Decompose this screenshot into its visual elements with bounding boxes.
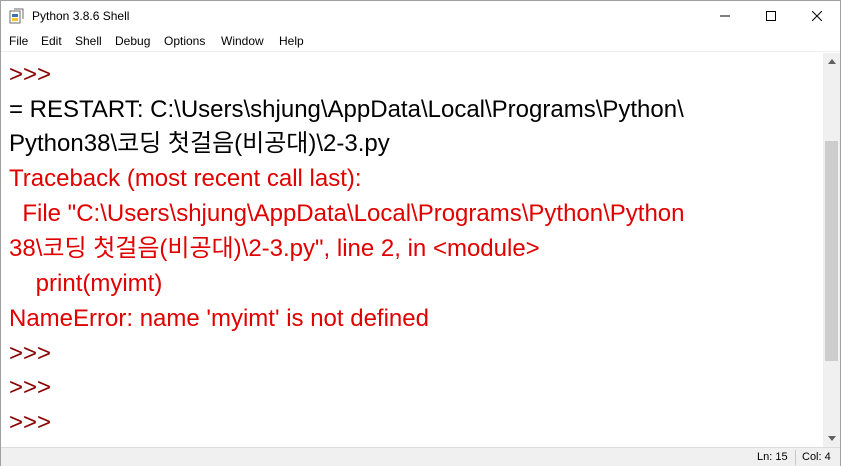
menu-bar: File Edit Shell Debug Options Window Hel…: [1, 31, 840, 52]
shell-line: >>>: [9, 340, 52, 367]
shell-line: File "C:\Users\shjung\AppData\Local\Prog…: [9, 200, 685, 227]
column-number-status: Col: 4: [802, 451, 831, 463]
shell-line: print(myimt): [9, 270, 163, 297]
menu-debug[interactable]: Debug: [115, 34, 150, 48]
scroll-down-button[interactable]: [823, 430, 840, 447]
python-app-icon: [9, 8, 25, 24]
status-divider: [795, 450, 796, 465]
window-title: Python 3.8.6 Shell: [32, 9, 130, 23]
shell-line: = RESTART: C:\Users\shjung\AppData\Local…: [9, 96, 684, 123]
minimize-icon: [720, 15, 730, 17]
chevron-up-icon: [827, 59, 836, 64]
title-bar[interactable]: Python 3.8.6 Shell: [1, 1, 840, 31]
maximize-icon: [766, 11, 776, 21]
shell-line: >>>: [9, 61, 52, 88]
shell-line: 38\코딩 첫걸음(비공대)\2-3.py", line 2, in <modu…: [9, 235, 540, 262]
chevron-down-icon: [827, 436, 836, 441]
status-bar: Ln: 15 Col: 4: [1, 447, 840, 466]
menu-edit[interactable]: Edit: [41, 34, 62, 48]
menu-help[interactable]: Help: [279, 34, 304, 48]
shell-line: >>>: [9, 409, 52, 436]
menu-options[interactable]: Options: [164, 34, 205, 48]
scroll-up-button[interactable]: [823, 53, 840, 70]
close-button[interactable]: [794, 1, 840, 31]
shell-line: >>>: [9, 374, 52, 401]
line-number-status: Ln: 15: [757, 451, 788, 463]
minimize-button[interactable]: [702, 1, 748, 31]
maximize-button[interactable]: [748, 1, 794, 31]
idle-shell-window: Python 3.8.6 Shell File Edit Shell Debug…: [0, 0, 841, 466]
menu-file[interactable]: File: [9, 34, 28, 48]
vertical-scrollbar[interactable]: [823, 53, 840, 447]
shell-line: Traceback (most recent call last):: [9, 165, 362, 192]
menu-window[interactable]: Window: [221, 34, 264, 48]
menu-shell[interactable]: Shell: [75, 34, 102, 48]
shell-line: NameError: name 'myimt' is not defined: [9, 305, 429, 332]
shell-text-area[interactable]: >>> = RESTART: C:\Users\shjung\AppData\L…: [1, 53, 823, 447]
close-icon: [812, 11, 822, 21]
shell-line: Python38\코딩 첫걸음(비공대)\2-3.py: [9, 130, 390, 157]
scrollbar-thumb[interactable]: [825, 141, 838, 361]
